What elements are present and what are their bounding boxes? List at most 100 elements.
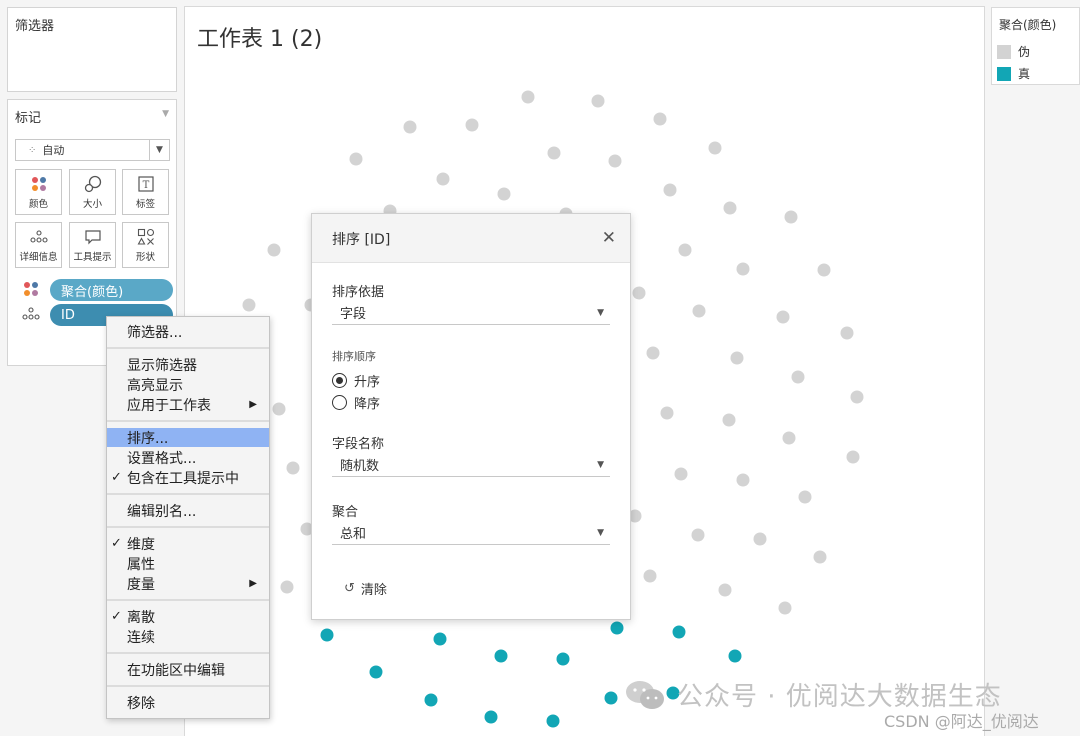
legend-item-false[interactable]: 伪 <box>997 43 1030 60</box>
ascending-label: 升序 <box>354 375 381 390</box>
scatter-point-false[interactable] <box>692 304 706 318</box>
scatter-point-false[interactable] <box>280 580 294 594</box>
scatter-point-true[interactable] <box>556 652 570 666</box>
scatter-point-false[interactable] <box>736 473 750 487</box>
scatter-point-true[interactable] <box>546 714 560 728</box>
scatter-point-false[interactable] <box>840 326 854 340</box>
scatter-point-true[interactable] <box>484 710 498 724</box>
clear-button[interactable]: ↺ 清除 <box>344 579 387 598</box>
descending-label: 降序 <box>354 397 381 412</box>
scatter-point-false[interactable] <box>547 146 561 160</box>
color-field-pill[interactable]: 聚合(颜色) <box>50 279 173 301</box>
sort-by-select[interactable]: 字段 ▼ <box>332 301 610 325</box>
scatter-point-true[interactable] <box>604 691 618 705</box>
scatter-point-false[interactable] <box>798 490 812 504</box>
scatter-point-false[interactable] <box>497 187 511 201</box>
scatter-point-false[interactable] <box>784 210 798 224</box>
scatter-point-true[interactable] <box>433 632 447 646</box>
scatter-point-true[interactable] <box>672 625 686 639</box>
size-button[interactable]: 大小 <box>69 169 116 215</box>
scatter-point-false[interactable] <box>678 243 692 257</box>
menu-divider <box>107 685 269 687</box>
scatter-point-false[interactable] <box>723 201 737 215</box>
ascending-radio[interactable]: 升序 <box>332 371 380 390</box>
scatter-point-true[interactable] <box>424 693 438 707</box>
scatter-point-false[interactable] <box>791 370 805 384</box>
scatter-point-false[interactable] <box>521 90 535 104</box>
scatter-point-false[interactable] <box>778 601 792 615</box>
scatter-point-false[interactable] <box>608 154 622 168</box>
scatter-point-false[interactable] <box>436 172 450 186</box>
menu-item-format[interactable]: 设置格式... <box>107 448 269 467</box>
scatter-point-true[interactable] <box>369 665 383 679</box>
menu-item-include-in-tooltip[interactable]: ✓ 包含在工具提示中 <box>107 468 269 487</box>
auto-mark-icon: ⁘ <box>28 144 37 156</box>
menu-item-discrete[interactable]: ✓ 离散 <box>107 607 269 626</box>
scatter-point-false[interactable] <box>646 346 660 360</box>
legend-item-true[interactable]: 真 <box>997 65 1030 82</box>
menu-divider <box>107 420 269 422</box>
scatter-point-false[interactable] <box>736 262 750 276</box>
scatter-point-false[interactable] <box>776 310 790 324</box>
field-name-select[interactable]: 随机数 ▼ <box>332 453 610 477</box>
scatter-point-false[interactable] <box>242 298 256 312</box>
scatter-point-false[interactable] <box>591 94 605 108</box>
menu-item-edit-in-shelf[interactable]: 在功能区中编辑 <box>107 660 269 679</box>
color-legend[interactable]: 聚合(颜色) 伪 真 <box>991 7 1080 85</box>
scatter-point-false[interactable] <box>663 183 677 197</box>
aggregation-select[interactable]: 总和 ▼ <box>332 521 610 545</box>
menu-item-highlight[interactable]: 高亮显示 <box>107 375 269 394</box>
scatter-point-false[interactable] <box>708 141 722 155</box>
context-menu: 筛选器... 显示筛选器 高亮显示 应用于工作表 ▶ 排序... 设置格式...… <box>106 316 270 719</box>
scatter-point-true[interactable] <box>320 628 334 642</box>
scatter-point-false[interactable] <box>349 152 363 166</box>
scatter-point-false[interactable] <box>465 118 479 132</box>
scatter-point-false[interactable] <box>403 120 417 134</box>
color-button[interactable]: 颜色 <box>15 169 62 215</box>
menu-item-attribute[interactable]: 属性 <box>107 554 269 573</box>
scatter-point-false[interactable] <box>718 583 732 597</box>
menu-item-filter[interactable]: 筛选器... <box>107 322 269 341</box>
checkmark-icon: ✓ <box>111 609 122 624</box>
close-icon[interactable]: ✕ <box>602 228 616 248</box>
scatter-point-false[interactable] <box>267 243 281 257</box>
scatter-point-true[interactable] <box>494 649 508 663</box>
descending-radio[interactable]: 降序 <box>332 393 380 412</box>
scatter-point-false[interactable] <box>660 406 674 420</box>
scatter-point-false[interactable] <box>632 286 646 300</box>
marks-collapse-icon[interactable]: ▼ <box>162 109 169 119</box>
menu-item-edit-aliases[interactable]: 编辑别名... <box>107 501 269 520</box>
scatter-point-false[interactable] <box>286 461 300 475</box>
detail-button[interactable]: 详细信息 <box>15 222 62 268</box>
scatter-point-true[interactable] <box>610 621 624 635</box>
scatter-point-true[interactable] <box>728 649 742 663</box>
scatter-point-false[interactable] <box>272 402 286 416</box>
label-button[interactable]: T 标签 <box>122 169 169 215</box>
menu-item-remove[interactable]: 移除 <box>107 693 269 712</box>
scatter-point-false[interactable] <box>753 532 767 546</box>
scatter-point-false[interactable] <box>846 450 860 464</box>
menu-item-show-filter[interactable]: 显示筛选器 <box>107 355 269 374</box>
scatter-point-false[interactable] <box>691 528 705 542</box>
wechat-logo-icon <box>626 680 664 709</box>
filters-shelf[interactable]: 筛选器 <box>7 7 177 92</box>
sort-dialog: 排序 [ID] ✕ 排序依据 字段 ▼ 排序顺序 升序 降序 字段名称 随机数 … <box>311 213 631 620</box>
scatter-point-false[interactable] <box>722 413 736 427</box>
scatter-point-false[interactable] <box>643 569 657 583</box>
mark-type-dropdown[interactable]: ⁘ 自动 ▼ <box>15 139 170 161</box>
scatter-point-false[interactable] <box>813 550 827 564</box>
menu-item-apply-to-sheets[interactable]: 应用于工作表 ▶ <box>107 395 269 414</box>
menu-item-measure[interactable]: 度量 ▶ <box>107 574 269 593</box>
menu-item-continuous[interactable]: 连续 <box>107 627 269 646</box>
menu-item-sort[interactable]: 排序... <box>107 428 269 447</box>
shape-button[interactable]: 形状 <box>122 222 169 268</box>
menu-item-dimension[interactable]: ✓ 维度 <box>107 534 269 553</box>
scatter-point-false[interactable] <box>674 467 688 481</box>
scatter-point-false[interactable] <box>850 390 864 404</box>
scatter-point-false[interactable] <box>730 351 744 365</box>
scatter-point-false[interactable] <box>653 112 667 126</box>
tooltip-button[interactable]: 工具提示 <box>69 222 116 268</box>
scatter-point-false[interactable] <box>817 263 831 277</box>
chevron-down-icon[interactable]: ▼ <box>149 140 169 160</box>
scatter-point-false[interactable] <box>782 431 796 445</box>
